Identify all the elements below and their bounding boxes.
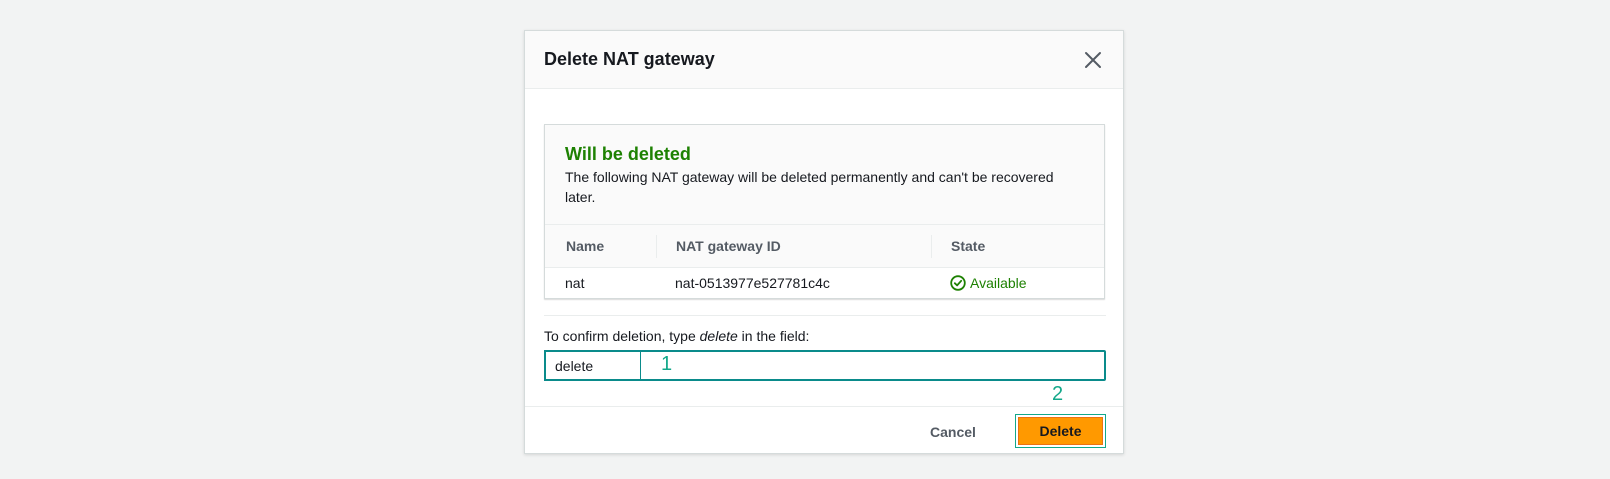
cell-name: nat xyxy=(565,275,585,291)
container-header: Will be deleted The following NAT gatewa… xyxy=(545,125,1104,225)
column-header-nat-gateway-id[interactable]: NAT gateway ID xyxy=(676,238,781,254)
annotation-marker-1: 1 xyxy=(661,353,673,375)
divider xyxy=(544,315,1106,316)
cell-state: Available xyxy=(950,275,1027,291)
delete-button[interactable]: Delete xyxy=(1018,417,1103,445)
modal-footer: Cancel Delete xyxy=(525,406,1123,454)
cell-nat-gateway-id: nat-0513977e527781c4c xyxy=(675,275,830,291)
column-header-state[interactable]: State xyxy=(951,238,985,254)
modal-title: Delete NAT gateway xyxy=(544,49,715,69)
confirm-label-after: in the field: xyxy=(737,328,810,344)
table-header: Name NAT gateway ID State xyxy=(545,225,1104,268)
confirm-label-keyword: delete xyxy=(699,328,738,344)
container-description: The following NAT gateway will be delete… xyxy=(565,169,1054,205)
column-header-name[interactable]: Name xyxy=(566,238,604,254)
annotation-marker-2: 2 xyxy=(1052,383,1064,405)
container-title: Will be deleted xyxy=(565,144,691,164)
confirm-label: To confirm deletion, type delete in the … xyxy=(544,328,809,344)
cancel-button[interactable]: Cancel xyxy=(920,417,986,447)
modal-body: Will be deleted The following NAT gatewa… xyxy=(525,89,1123,407)
delete-nat-gateway-modal: Delete NAT gateway Will be deleted The f… xyxy=(524,30,1124,454)
modal-header: Delete NAT gateway xyxy=(525,31,1123,89)
column-divider xyxy=(931,235,932,258)
annotation-box-2: Delete xyxy=(1015,414,1106,448)
check-circle-icon xyxy=(950,275,966,291)
will-be-deleted-container: Will be deleted The following NAT gatewa… xyxy=(544,124,1105,299)
confirm-label-before: To confirm deletion, type xyxy=(544,328,700,344)
table-row: nat nat-0513977e527781c4c Available xyxy=(545,268,1104,298)
confirm-delete-input[interactable] xyxy=(544,350,1106,381)
close-button[interactable] xyxy=(1081,48,1105,72)
close-icon xyxy=(1085,52,1101,68)
column-divider xyxy=(656,235,657,258)
state-text: Available xyxy=(970,275,1027,291)
